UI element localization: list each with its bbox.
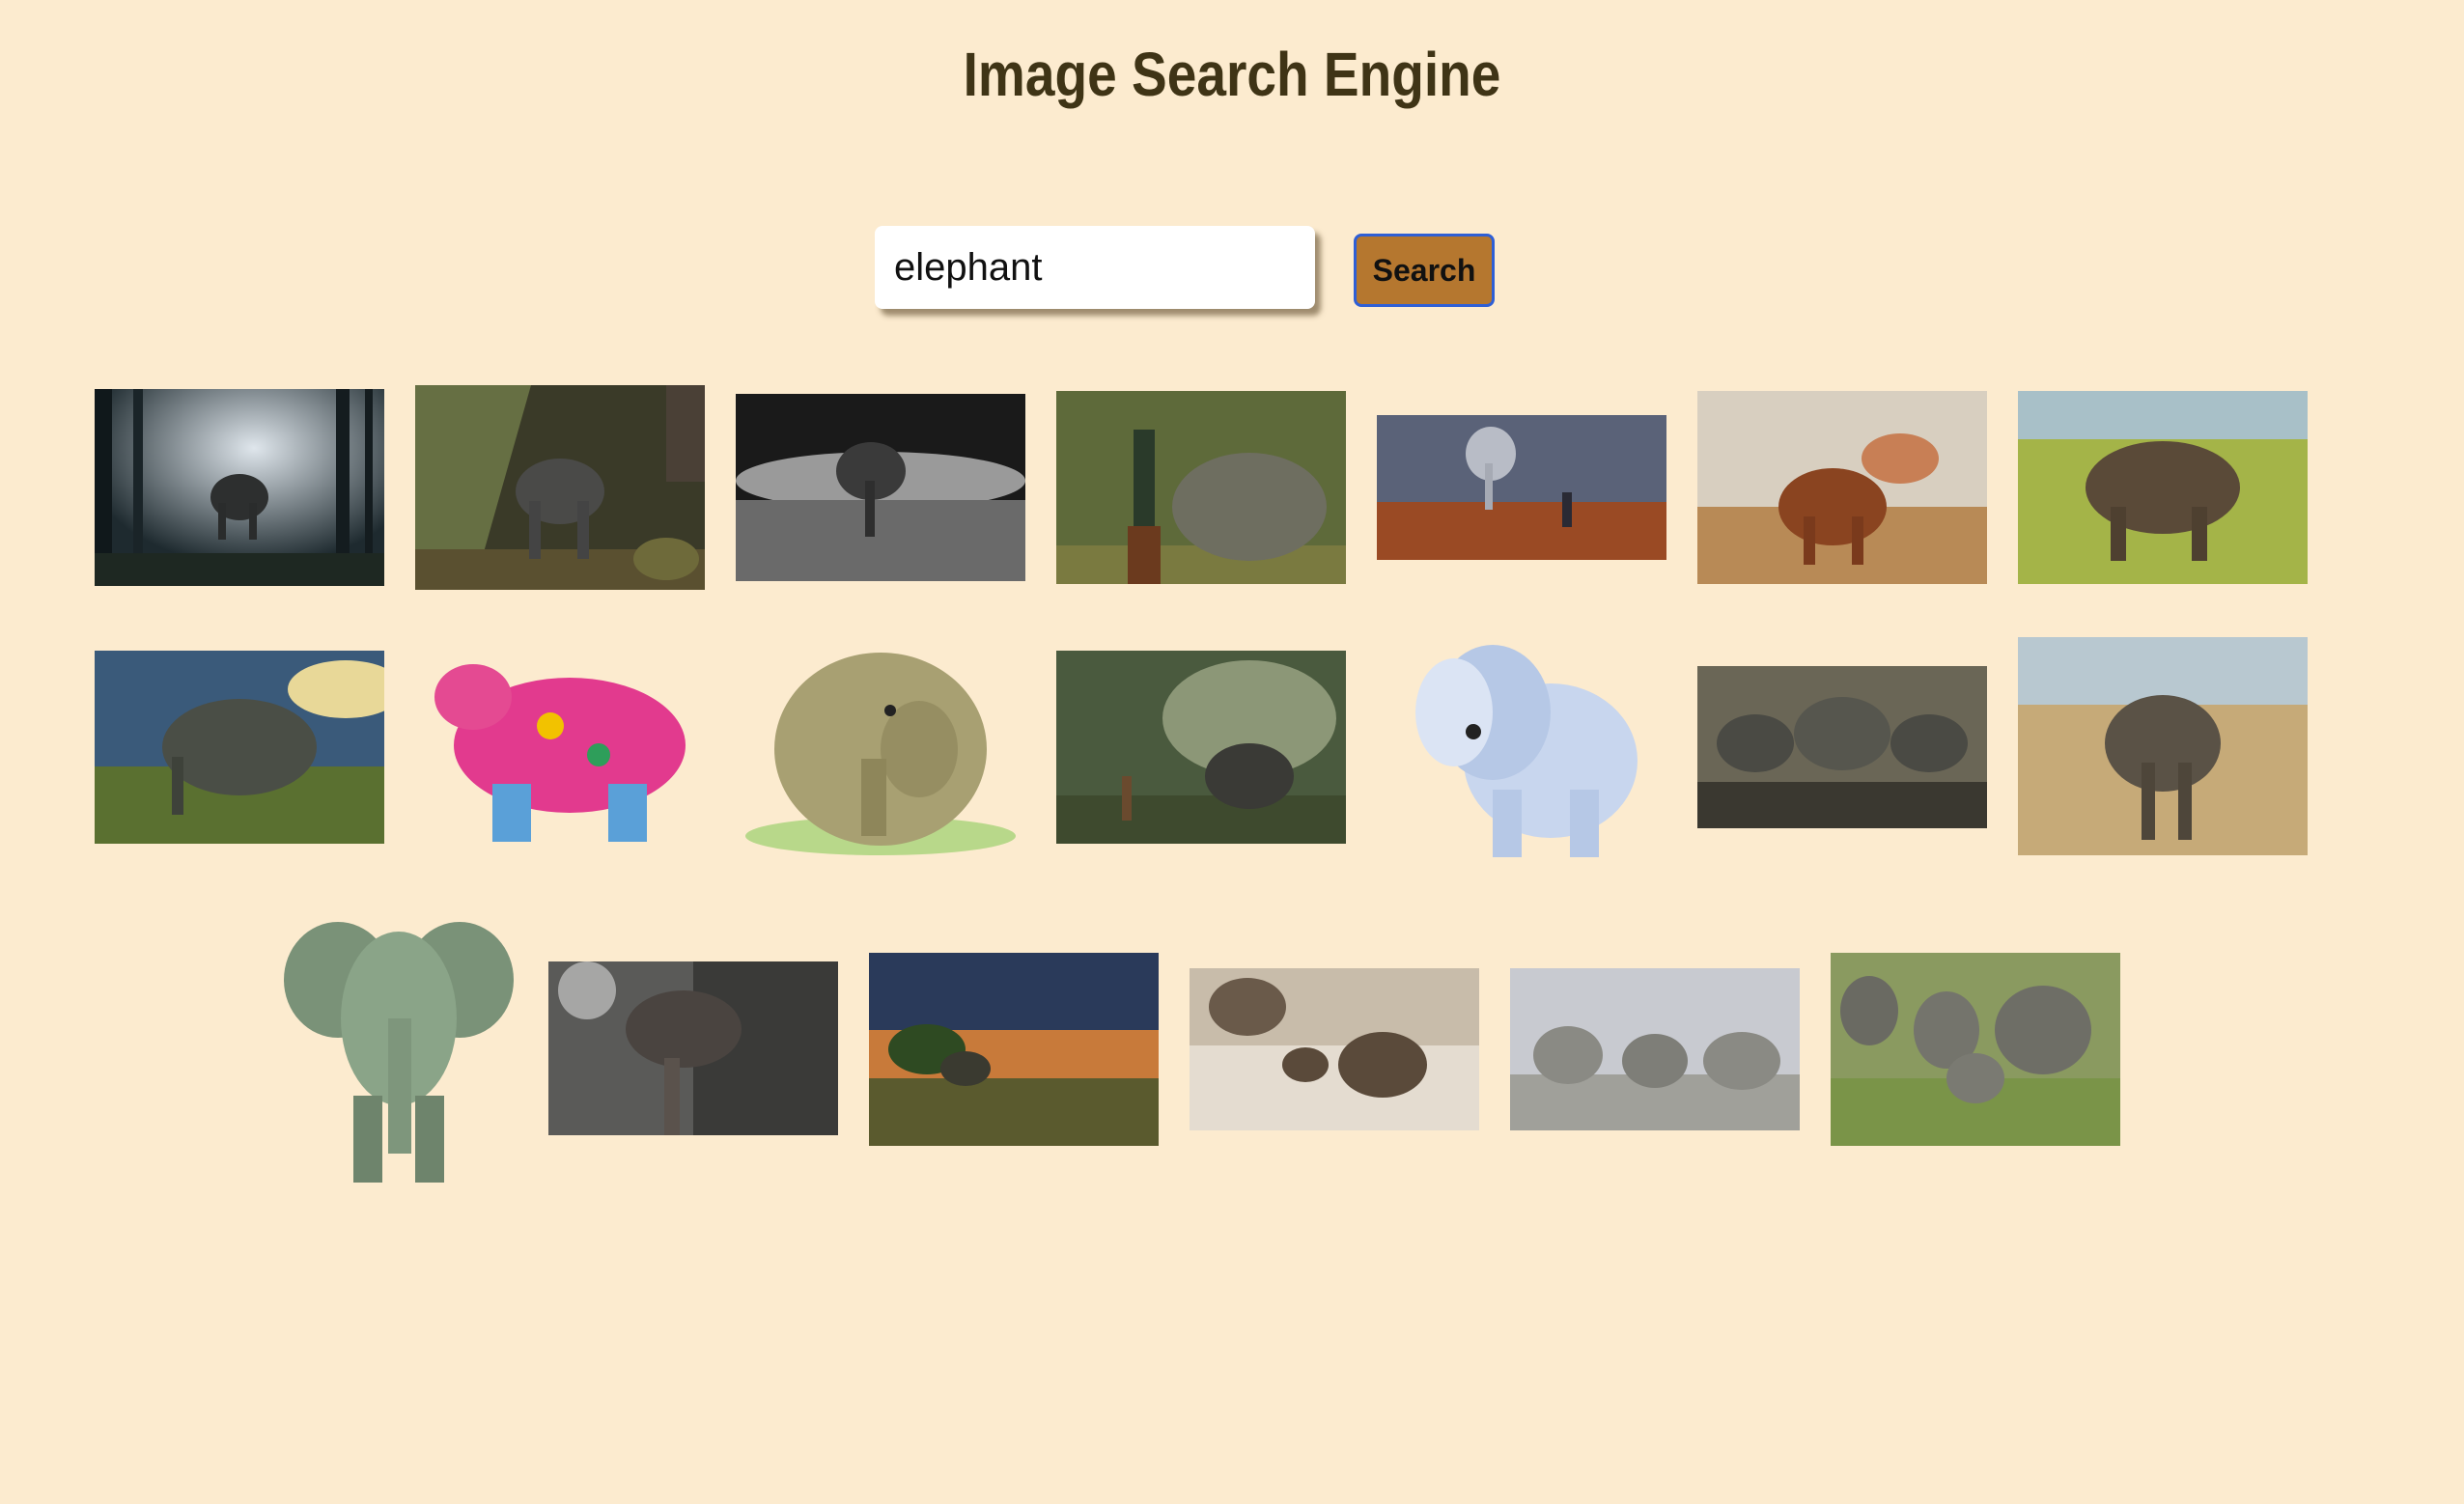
result-illustrated-elephant[interactable] bbox=[280, 903, 518, 1192]
result-giant-elephant-man[interactable] bbox=[1377, 415, 1666, 560]
result-elephants-walking[interactable] bbox=[1510, 968, 1800, 1130]
result-elephant-savanna-sky[interactable] bbox=[95, 651, 384, 844]
elephant-photo bbox=[1056, 391, 1346, 584]
result-elephant-black-white[interactable] bbox=[736, 394, 1025, 581]
search-button[interactable]: Search bbox=[1354, 234, 1495, 307]
result-cartoon-baby-elephant[interactable] bbox=[1377, 626, 1666, 869]
elephant-photo bbox=[548, 961, 838, 1135]
elephant-photo bbox=[1697, 391, 1987, 584]
result-elephant-dust-bath[interactable] bbox=[1697, 391, 1987, 584]
cartoon-baby-elephant-illustration bbox=[1377, 626, 1666, 869]
elephant-photo bbox=[1510, 968, 1800, 1130]
elephant-photo bbox=[1831, 953, 2120, 1146]
result-woman-with-elephant[interactable] bbox=[1056, 391, 1346, 584]
result-elephants-river[interactable] bbox=[1190, 968, 1479, 1130]
elephant-photo bbox=[869, 953, 1159, 1146]
decorated-elephant-illustration bbox=[415, 639, 705, 855]
search-input[interactable] bbox=[875, 226, 1315, 309]
result-elephant-grassland[interactable] bbox=[2018, 391, 2308, 584]
elephant-photo bbox=[736, 394, 1025, 581]
result-baby-elephant-mother[interactable] bbox=[415, 385, 705, 590]
result-elephant-splash[interactable] bbox=[548, 961, 838, 1135]
elephant-photo bbox=[2018, 391, 2308, 584]
elephant-photo bbox=[1697, 666, 1987, 828]
result-cartoon-elephant-green[interactable] bbox=[736, 633, 1025, 861]
page-title: Image Search Engine bbox=[963, 40, 1501, 109]
elephant-photo bbox=[415, 385, 705, 590]
elephant-photo bbox=[1056, 651, 1346, 844]
elephant-photo bbox=[1377, 415, 1666, 560]
result-elephant-forest-light[interactable] bbox=[95, 389, 384, 586]
result-elephant-dry-bush[interactable] bbox=[2018, 637, 2308, 855]
result-elephant-herd-dark[interactable] bbox=[1697, 666, 1987, 828]
elephant-photo bbox=[95, 651, 384, 844]
result-decorated-pink-elephant[interactable] bbox=[415, 639, 705, 855]
result-elephant-family-grass[interactable] bbox=[1831, 953, 2120, 1146]
illustrated-elephant bbox=[280, 903, 518, 1192]
result-boy-feeding-elephant[interactable] bbox=[1056, 651, 1346, 844]
result-elephant-sunset[interactable] bbox=[869, 953, 1159, 1146]
elephant-photo bbox=[95, 389, 384, 586]
elephant-photo bbox=[2018, 637, 2308, 855]
cartoon-elephant-illustration bbox=[736, 633, 1025, 861]
elephant-photo bbox=[1190, 968, 1479, 1130]
